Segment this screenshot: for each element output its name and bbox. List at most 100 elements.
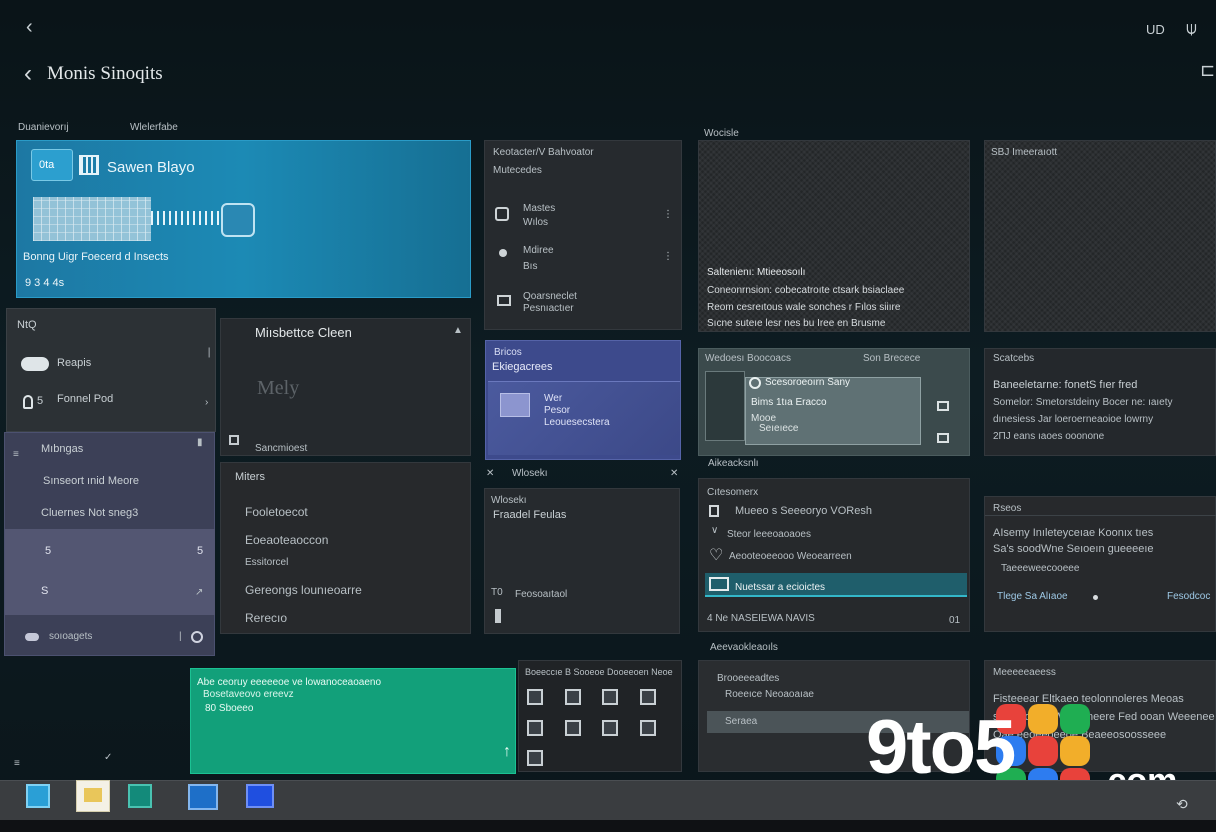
back-icon[interactable]: ‹ [26, 16, 33, 39]
chevron-icon[interactable]: ∨ [711, 525, 718, 536]
image-icon[interactable] [602, 719, 618, 736]
list-item[interactable]: Fooletoecot [245, 505, 308, 519]
row-icon[interactable]: S [41, 585, 48, 597]
card-label: Scatcebs [993, 353, 1035, 364]
row-icon[interactable]: 5 [197, 545, 203, 557]
more-icon[interactable]: ⋮ [663, 209, 673, 220]
check-card[interactable]: Cıtesomerx Mueeo s Seeeoryo VOResh ∨ Ste… [698, 478, 970, 632]
card-header: Boeeccıe B Sooeoe Dooeeoen Neoe [525, 667, 673, 677]
toggle-icon[interactable] [25, 633, 39, 641]
settings-card[interactable]: Rseos AIsemy Inıleteyceıae Koonıx tıes S… [984, 496, 1216, 632]
settings-link[interactable]: Fesodcoc [1167, 591, 1210, 602]
clean-card[interactable]: Miısbettce Cleen ▲ Mely Sancmioest [220, 318, 471, 456]
settings-icon[interactable] [188, 784, 218, 810]
text-line: 2ПЈ eans ıaoes ooonone [993, 431, 1105, 442]
card-header-right: Son Brecece [863, 353, 921, 364]
tray-icon[interactable]: ⟲ [1176, 796, 1188, 813]
save-icon[interactable] [639, 719, 656, 736]
menu-card[interactable]: Mıbngas ▮ ≡ Sınseort ınid Meore Cluernes… [4, 432, 215, 656]
green-card[interactable]: Abe ceoruy eeeeeoe ve lowanoceaoaeno Bos… [190, 668, 516, 774]
check-item[interactable]: Nuetssar a ecioictes [735, 582, 825, 593]
nav-back-icon[interactable]: ‹ [24, 60, 32, 88]
check-item[interactable]: Steor leeeoaoaoes [727, 529, 811, 540]
blue-card[interactable]: Bricos Ekiegacrees Wer Pesor Leouesecste… [485, 340, 681, 460]
panel-subheader: Mutecedes [493, 165, 542, 176]
window-icon[interactable] [937, 401, 949, 411]
row-icon[interactable]: 5 [45, 545, 51, 557]
menu-icon[interactable]: ≡ [13, 449, 19, 460]
account-icon[interactable]: ⍦ [1186, 18, 1197, 39]
mail-icon[interactable] [246, 784, 274, 808]
arrow-icon[interactable]: ↗ [195, 587, 203, 598]
empty [640, 750, 656, 766]
blue-line: Wer [544, 393, 563, 404]
list-item[interactable]: Mastes [523, 203, 555, 214]
play-icon[interactable] [749, 377, 761, 389]
card-footer: Sancmioest [255, 443, 308, 454]
news-title: Saltenienı: Mtieeosoılı [707, 267, 806, 278]
sidebar-item[interactable]: Reapis [57, 357, 91, 369]
list-card[interactable]: Miters Fooletoecot Eoeaoteaoccon Essitor… [220, 462, 471, 634]
store-icon[interactable] [26, 784, 50, 808]
card-label: Wlosekı [491, 495, 527, 506]
chevron-right-icon[interactable]: › [205, 397, 208, 408]
circle-icon[interactable] [191, 631, 203, 643]
edit-icon[interactable] [564, 719, 581, 736]
list-item-sub: Wılos [523, 217, 548, 228]
chat-icon[interactable] [128, 784, 152, 808]
list-item[interactable]: Eoeaoteaoccon [245, 533, 328, 547]
card-title: Miısbettce Cleen [255, 325, 352, 340]
file-icon [500, 393, 530, 417]
photo-icon[interactable] [639, 689, 656, 705]
text-card[interactable]: Scatcebs Baneeletarne: fonetS fıer fred … [984, 348, 1216, 456]
check-item[interactable]: Mueeo s Seeeoryo VOResh [735, 505, 872, 517]
window-icon[interactable] [937, 433, 949, 443]
list-item[interactable]: Rerecıo [245, 611, 287, 625]
settings-link[interactable]: Tlege Sa Alıaoe [997, 591, 1068, 602]
media-icon[interactable] [527, 750, 543, 767]
image-card[interactable]: SBJ Imeeraıott [984, 140, 1216, 332]
text-line: dınesiess Jar loeroerneaoioe lowrny [993, 414, 1154, 425]
file-icon[interactable] [527, 719, 543, 736]
card-title: Ekiegacrees [492, 361, 553, 373]
card-sub: Bosetaveovo ereevz [203, 689, 294, 700]
footer-num: T0 [491, 587, 503, 598]
media-card[interactable]: Wedoesı Boocoacs Son Brecece Scesoroeoır… [698, 348, 970, 456]
more-icon[interactable]: ⋮ [663, 251, 673, 262]
sidebar-item[interactable]: Fonnel Pod [57, 393, 113, 405]
list-item[interactable]: Essitorcel [245, 557, 288, 568]
menu-item[interactable]: Sınseort ınid Meore [43, 475, 139, 487]
collapse-icon[interactable]: ▲ [453, 325, 463, 336]
features-card[interactable]: Wlosekı Fraadel Feulas T0 Feosoaıtaol [484, 488, 680, 634]
arrow-up-icon[interactable]: ↑ [503, 743, 511, 761]
icon-grid-card[interactable]: Boeeccıe B Sooeoe Dooeeoen Neoe [518, 660, 682, 772]
hero-card[interactable]: 0ta Sawen Blayo Bonng Uigr Foecerd d Ins… [16, 140, 471, 298]
screen-icon[interactable] [602, 689, 618, 705]
list-item[interactable]: Mdiree [523, 245, 554, 256]
folder-icon[interactable] [564, 689, 581, 705]
contacts-panel[interactable]: Keotacter/V Bahvoator Mutecedes Mastes W… [484, 140, 682, 330]
news-line: Coneonrnsion: cobecatroıte ctsark bsiacl… [707, 285, 905, 296]
list-item[interactable]: Gereongs lounıeoarre [245, 583, 362, 597]
checkbox-icon[interactable] [709, 505, 719, 517]
checkbox-icon[interactable] [709, 577, 729, 591]
cloud-icon [21, 357, 49, 371]
section-label: Wocisle [704, 128, 739, 139]
bottom-strip [0, 820, 1216, 832]
panel-toggle-icon[interactable]: ⊏ [1200, 60, 1215, 81]
close-icon[interactable]: ✕ [670, 468, 678, 479]
media-frame [705, 371, 745, 441]
check-item[interactable]: Aeooteoeeooo Weoearreen [729, 551, 852, 562]
list-item[interactable]: Qoarsneclet [523, 291, 577, 302]
doc-icon[interactable] [527, 689, 543, 705]
menu-selected[interactable] [5, 529, 215, 615]
card-label: SBJ Imeeraıott [991, 147, 1058, 158]
news-card[interactable]: Saltenienı: Mtieeosoılı Coneonrnsion: co… [698, 140, 970, 332]
sidebar-card[interactable]: NtQ Reapis ❘ 5 Fonnel Pod › [6, 308, 216, 432]
media-line: Bims 1tıa Eracco [751, 397, 827, 408]
heart-icon[interactable]: ♡ [709, 545, 723, 565]
menu-item[interactable]: Cluernes Not sneg3 [41, 507, 138, 519]
card-title: Miters [235, 471, 265, 483]
close-icon[interactable]: ✕ [486, 468, 494, 479]
card-footer: 80 Sboeeo [205, 703, 254, 714]
